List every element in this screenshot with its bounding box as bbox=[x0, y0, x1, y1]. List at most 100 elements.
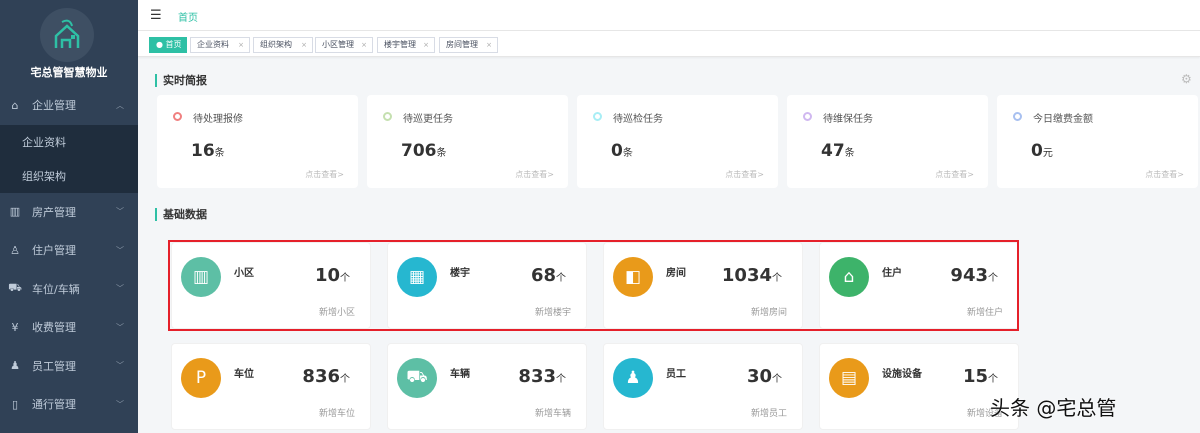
view-link[interactable]: 点击查看> bbox=[725, 169, 764, 180]
card-value: 16条 bbox=[191, 141, 225, 161]
value-unit: 条 bbox=[214, 148, 225, 159]
menu-label: 员工管理 bbox=[32, 359, 76, 373]
value-number: 30 bbox=[746, 366, 772, 387]
data-card[interactable]: ♟ 员工 30个 新增员工 bbox=[603, 343, 803, 430]
tab-room[interactable]: 房间管理 × bbox=[439, 37, 498, 53]
summary-card[interactable]: 待维保任务 47条 点击查看> bbox=[787, 95, 988, 188]
value-number: 16 bbox=[191, 141, 215, 161]
menu-vehicle[interactable]: ⛟ 车位/车辆 ﹀ bbox=[0, 270, 138, 309]
value-unit: 条 bbox=[436, 148, 447, 159]
value-number: 833 bbox=[518, 366, 556, 387]
add-link[interactable]: 新增车位 bbox=[319, 406, 355, 419]
close-icon[interactable]: × bbox=[238, 38, 244, 52]
menu-fees[interactable]: ¥ 收费管理 ﹀ bbox=[0, 308, 138, 347]
tab-enterprise-info[interactable]: 企业资料 × bbox=[190, 37, 250, 53]
card-value: 30个 bbox=[747, 366, 782, 387]
equipment-icon: ▤ bbox=[829, 358, 869, 398]
card-label: 待维保任务 bbox=[823, 114, 873, 125]
card-name: 设施设备 bbox=[882, 369, 922, 380]
parking-icon: P bbox=[181, 358, 221, 398]
status-dot-icon bbox=[803, 112, 812, 121]
view-link[interactable]: 点击查看> bbox=[935, 169, 974, 180]
staff-icon: ♟ bbox=[10, 359, 20, 373]
value-number: 706 bbox=[401, 141, 437, 161]
car-icon: ⛟ bbox=[397, 358, 437, 398]
submenu-enterprise-info[interactable]: 企业资料 bbox=[0, 125, 138, 159]
chevron-down-icon: ﹀ bbox=[116, 245, 124, 255]
tab-community[interactable]: 小区管理 × bbox=[315, 37, 373, 53]
tab-label: 房间管理 bbox=[446, 40, 478, 49]
value-unit: 个 bbox=[772, 374, 782, 385]
view-link[interactable]: 点击查看> bbox=[1145, 169, 1184, 180]
tab-label: 组织架构 bbox=[260, 40, 292, 49]
gear-icon[interactable]: ⚙ bbox=[1181, 72, 1192, 86]
menu-resident[interactable]: ♙ 住户管理 ﹀ bbox=[0, 231, 138, 270]
menu-label: 车位/车辆 bbox=[32, 282, 80, 296]
value-number: 836 bbox=[302, 366, 340, 387]
menu-label: 住户管理 bbox=[32, 244, 76, 258]
summary-card[interactable]: 待巡检任务 0条 点击查看> bbox=[577, 95, 778, 188]
value-unit: 个 bbox=[988, 374, 998, 385]
close-icon[interactable]: × bbox=[361, 38, 367, 52]
close-icon[interactable]: × bbox=[486, 38, 492, 52]
money-icon: ¥ bbox=[11, 320, 19, 334]
tab-label: 楼宇管理 bbox=[384, 40, 416, 49]
tab-building[interactable]: 楼宇管理 × bbox=[377, 37, 435, 53]
status-dot-icon bbox=[383, 112, 392, 121]
sidebar: 宅总管智慧物业 ⌂ 企业管理 ︿ 企业资料 组织架构 ▥ 房产管理 ﹀ ♙ 住户管理 ﹀ ⛟… bbox=[0, 0, 138, 433]
value-number: 47 bbox=[821, 141, 845, 161]
tab-label: 企业资料 bbox=[197, 40, 229, 49]
top-bar: ☰ 首页 bbox=[138, 0, 1200, 31]
status-dot-icon bbox=[593, 112, 602, 121]
card-name: 车位 bbox=[234, 369, 254, 380]
door-icon: ▯ bbox=[11, 397, 19, 411]
home-icon: ⌂ bbox=[11, 98, 19, 112]
value-unit: 个 bbox=[556, 374, 566, 385]
chevron-down-icon: ﹀ bbox=[116, 322, 124, 332]
logo bbox=[40, 8, 94, 62]
card-label: 待巡更任务 bbox=[403, 114, 453, 125]
section-title-realtime: 实时简报 bbox=[155, 74, 207, 87]
summary-card[interactable]: 待处理报修 16条点击查看> bbox=[157, 95, 358, 188]
chevron-up-icon: ︿ bbox=[116, 100, 124, 110]
data-card[interactable]: ▤ 设施设备 15个 新增设备 bbox=[819, 343, 1019, 430]
summary-card[interactable]: 待巡更任务 706条点击查看> bbox=[367, 95, 568, 188]
user-icon: ♙ bbox=[10, 243, 20, 257]
card-name: 车辆 bbox=[450, 369, 470, 380]
tab-home[interactable]: ● 首页 bbox=[149, 37, 187, 53]
breadcrumb[interactable]: 首页 bbox=[178, 9, 198, 24]
data-card[interactable]: P 车位 836个新增车位 bbox=[171, 343, 371, 430]
card-label: 待处理报修 bbox=[193, 114, 243, 125]
submenu-label: 组织架构 bbox=[22, 169, 66, 183]
card-name: 员工 bbox=[666, 369, 686, 380]
submenu-label: 企业资料 bbox=[22, 135, 66, 149]
value-number: 0 bbox=[611, 141, 623, 161]
close-icon[interactable]: × bbox=[301, 38, 307, 52]
card-value: 706条 bbox=[401, 141, 447, 161]
summary-card[interactable]: 今日缴费金额 0元点击查看> bbox=[997, 95, 1198, 188]
add-link[interactable]: 新增员工 bbox=[751, 406, 787, 419]
tab-label: 首页 bbox=[165, 40, 182, 49]
card-label: 今日缴费金额 bbox=[1033, 114, 1093, 125]
menu-staff[interactable]: ♟ 员工管理 ﹀ bbox=[0, 347, 138, 386]
add-link[interactable]: 新增车辆 bbox=[535, 406, 571, 419]
data-card[interactable]: ⛟ 车辆 833个新增车辆 bbox=[387, 343, 587, 430]
value-unit: 条 bbox=[622, 148, 633, 159]
tab-label: 小区管理 bbox=[322, 40, 354, 49]
submenu-org[interactable]: 组织架构 bbox=[0, 159, 138, 193]
menu-access[interactable]: ▯ 通行管理 ﹀ bbox=[0, 385, 138, 424]
menu-label: 房产管理 bbox=[32, 205, 76, 219]
close-icon[interactable]: × bbox=[423, 38, 429, 52]
view-link[interactable]: 点击查看> bbox=[515, 169, 554, 180]
tab-bar: ● 首页 企业资料 × 组织架构 × 小区管理 × 楼宇管理 × 房间管理 × bbox=[138, 31, 1200, 57]
value-number: 15 bbox=[962, 366, 988, 387]
menu-toggle-icon[interactable]: ☰ bbox=[150, 8, 162, 23]
card-value: 836个 bbox=[302, 366, 350, 387]
menu-property[interactable]: ▥ 房产管理 ﹀ bbox=[0, 193, 138, 232]
view-link[interactable]: 点击查看> bbox=[305, 169, 344, 180]
card-value: 0元 bbox=[1031, 141, 1053, 161]
tab-org[interactable]: 组织架构 × bbox=[253, 37, 313, 53]
status-dot-icon bbox=[173, 112, 182, 121]
watermark: 头条 @宅总管 bbox=[990, 396, 1117, 420]
menu-enterprise[interactable]: ⌂ 企业管理 ︿ bbox=[0, 86, 138, 125]
